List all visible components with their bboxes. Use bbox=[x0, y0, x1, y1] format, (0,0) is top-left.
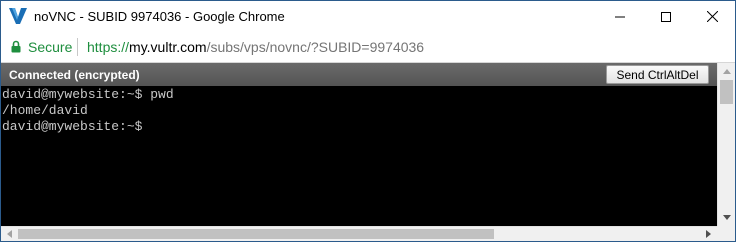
maximize-button[interactable] bbox=[643, 1, 689, 32]
horizontal-scroll-thumb[interactable] bbox=[18, 229, 494, 239]
url-text[interactable]: https://my.vultr.com/subs/vps/novnc/?SUB… bbox=[87, 39, 424, 55]
send-ctrlaltdel-button[interactable]: Send CtrlAltDel bbox=[606, 65, 709, 84]
terminal-line: david@mywebsite:~$ bbox=[2, 119, 143, 134]
address-bar[interactable]: Secure https://my.vultr.com/subs/vps/nov… bbox=[1, 32, 735, 63]
scroll-down-arrow-icon[interactable] bbox=[718, 209, 735, 226]
close-button[interactable] bbox=[689, 1, 735, 32]
minimize-button[interactable] bbox=[597, 1, 643, 32]
connection-status: Connected (encrypted) bbox=[9, 68, 140, 82]
scroll-right-arrow-icon[interactable] bbox=[700, 226, 717, 241]
url-path: /subs/vps/novnc/?SUBID=9974036 bbox=[206, 39, 425, 55]
horizontal-scrollbar[interactable] bbox=[1, 226, 717, 241]
vertical-scrollbar[interactable] bbox=[717, 63, 735, 226]
lock-icon[interactable] bbox=[11, 40, 21, 53]
terminal-line: /home/david bbox=[2, 103, 88, 118]
browser-window: noVNC - SUBID 9974036 - Google Chrome Se… bbox=[0, 0, 736, 242]
terminal-line: david@mywebsite:~$ pwd bbox=[2, 87, 174, 102]
secure-label[interactable]: Secure bbox=[28, 39, 72, 55]
vnc-terminal-screen[interactable]: david@mywebsite:~$ pwd /home/david david… bbox=[1, 86, 717, 226]
window-title: noVNC - SUBID 9974036 - Google Chrome bbox=[34, 9, 285, 24]
vertical-scroll-thumb[interactable] bbox=[720, 80, 733, 104]
close-icon bbox=[706, 11, 718, 22]
minimize-icon bbox=[615, 12, 625, 22]
scroll-up-arrow-icon[interactable] bbox=[718, 63, 735, 80]
url-host: my.vultr.com bbox=[129, 39, 207, 55]
vnc-status-bar: Connected (encrypted) Send CtrlAltDel bbox=[1, 63, 717, 86]
title-bar[interactable]: noVNC - SUBID 9974036 - Google Chrome bbox=[1, 1, 735, 32]
vultr-v-logo-icon bbox=[8, 7, 28, 25]
scroll-left-arrow-icon[interactable] bbox=[1, 226, 18, 241]
address-separator bbox=[77, 38, 78, 56]
url-scheme: https:// bbox=[87, 39, 130, 55]
maximize-icon bbox=[661, 11, 671, 22]
scrollbar-corner bbox=[717, 226, 735, 241]
